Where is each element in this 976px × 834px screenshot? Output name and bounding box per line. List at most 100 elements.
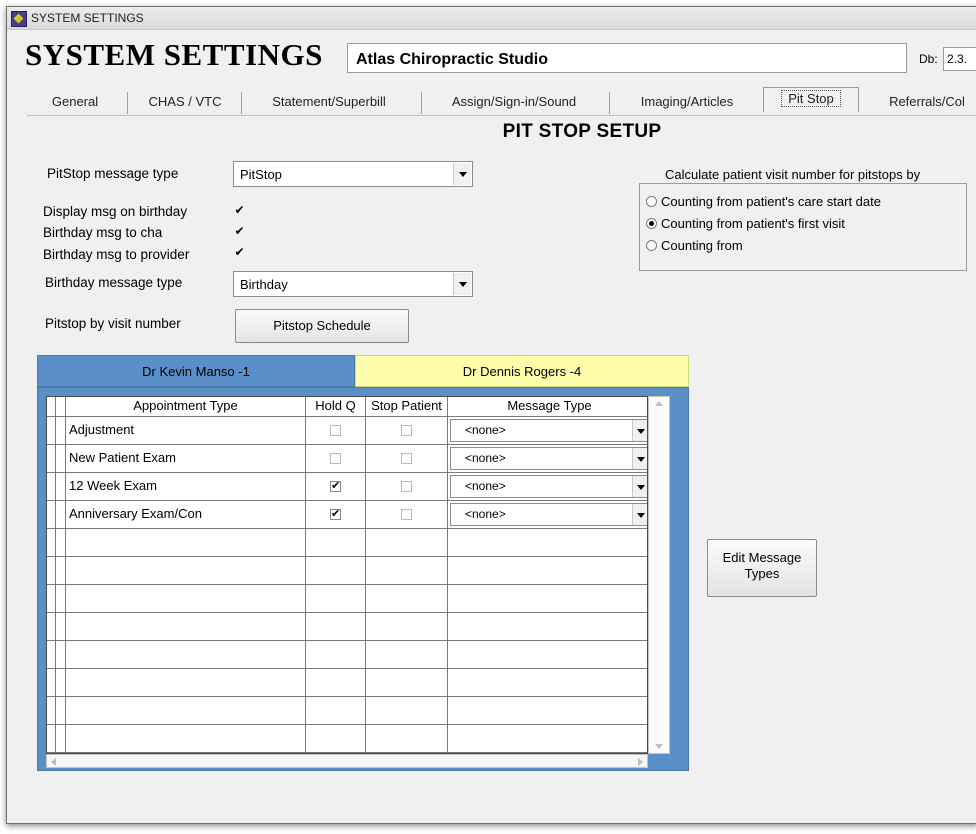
row-selector[interactable] xyxy=(47,417,56,445)
row-selector[interactable] xyxy=(47,669,56,697)
scroll-down-icon[interactable] xyxy=(655,744,663,749)
tab-general[interactable]: General xyxy=(31,89,119,115)
message-type-cell[interactable]: <none> xyxy=(448,417,647,445)
settings-tabs: General CHAS / VTC Statement/Superbill A… xyxy=(27,87,976,115)
tab-pit-stop[interactable]: Pit Stop xyxy=(763,87,859,112)
vertical-scrollbar[interactable] xyxy=(648,396,670,754)
message-type-cell xyxy=(448,669,647,697)
birthday-provider-checkbox[interactable]: ✔ xyxy=(234,246,245,258)
row-selector[interactable] xyxy=(47,473,56,501)
tab-assign-signin-sound[interactable]: Assign/Sign-in/Sound xyxy=(425,89,603,115)
stop-patient-checkbox[interactable] xyxy=(401,453,412,464)
clinic-name-field[interactable]: Atlas Chiropractic Studio xyxy=(347,43,907,73)
row-selector[interactable] xyxy=(47,557,56,585)
birthday-message-type-value: Birthday xyxy=(240,277,288,292)
appointment-type-header: Appointment Type xyxy=(66,397,306,417)
provider-tab-dennis-rogers[interactable]: Dr Dennis Rogers -4 xyxy=(355,355,689,387)
message-type-cell xyxy=(448,641,647,669)
appointment-type-cell[interactable]: New Patient Exam xyxy=(66,445,306,473)
hold-q-cell xyxy=(306,669,366,697)
tab-referrals-col[interactable]: Referrals/Col xyxy=(867,89,976,115)
provider-grid-panel: Appointment Type Hold Q Stop Patient Messag… xyxy=(37,387,689,771)
pitstop-by-visit-label: Pitstop by visit number xyxy=(45,316,181,331)
message-type-cell[interactable]: <none> xyxy=(448,473,647,501)
birthday-cha-checkbox[interactable]: ✔ xyxy=(234,225,245,237)
message-type-cell xyxy=(448,613,647,641)
pitstop-message-type-select[interactable]: PitStop xyxy=(233,161,473,187)
radio-button[interactable] xyxy=(646,196,657,207)
message-type-cell[interactable]: <none> xyxy=(448,501,647,529)
chevron-down-icon[interactable] xyxy=(453,273,471,295)
hold-q-cell[interactable]: ✔ xyxy=(306,501,366,529)
system-settings-window: SYSTEM SETTINGS SYSTEM SETTINGS Atlas Ch… xyxy=(6,6,976,824)
row-spacer xyxy=(56,725,66,753)
message-type-select[interactable]: <none> xyxy=(450,475,647,498)
hold-q-checkbox[interactable]: ✔ xyxy=(330,481,341,492)
stop-patient-cell[interactable] xyxy=(366,417,448,445)
row-selector[interactable] xyxy=(47,501,56,529)
hold-q-cell[interactable]: ✔ xyxy=(306,473,366,501)
message-type-cell[interactable]: <none> xyxy=(448,445,647,473)
row-spacer xyxy=(56,417,66,445)
row-selector[interactable] xyxy=(47,697,56,725)
scroll-right-icon[interactable] xyxy=(638,758,643,766)
stop-patient-cell xyxy=(366,641,448,669)
stop-patient-checkbox[interactable] xyxy=(401,425,412,436)
stop-patient-cell xyxy=(366,529,448,557)
appointment-type-cell[interactable]: 12 Week Exam xyxy=(66,473,306,501)
message-type-value: <none> xyxy=(465,423,506,437)
stop-patient-checkbox[interactable] xyxy=(401,481,412,492)
birthday-message-type-select[interactable]: Birthday xyxy=(233,271,473,297)
edit-message-types-button[interactable]: Edit Message Types xyxy=(707,539,817,597)
stop-patient-cell[interactable] xyxy=(366,445,448,473)
tab-divider xyxy=(241,92,242,114)
stop-patient-checkbox[interactable] xyxy=(401,509,412,520)
chevron-down-icon[interactable] xyxy=(632,504,647,525)
message-type-select[interactable]: <none> xyxy=(450,447,647,470)
radio-button[interactable] xyxy=(646,240,657,251)
row-selector[interactable] xyxy=(47,641,56,669)
hold-q-checkbox[interactable] xyxy=(330,453,341,464)
title-bar: SYSTEM SETTINGS xyxy=(7,7,976,30)
provider-tab-kevin-manso[interactable]: Dr Kevin Manso -1 xyxy=(37,355,355,387)
message-type-select[interactable]: <none> xyxy=(450,503,647,526)
chevron-down-icon[interactable] xyxy=(632,448,647,469)
radio-button-selected[interactable] xyxy=(646,218,657,229)
visit-calc-radio-group: Counting from patient's care start date … xyxy=(639,183,967,271)
row-selector[interactable] xyxy=(47,725,56,753)
message-type-select[interactable]: <none> xyxy=(450,419,647,442)
row-selector[interactable] xyxy=(47,529,56,557)
chevron-down-icon[interactable] xyxy=(632,476,647,497)
row-spacer xyxy=(56,669,66,697)
chevron-down-icon[interactable] xyxy=(453,163,471,185)
window-title: SYSTEM SETTINGS xyxy=(31,11,144,25)
tab-imaging-articles[interactable]: Imaging/Articles xyxy=(617,89,757,115)
tab-chas-vtc[interactable]: CHAS / VTC xyxy=(135,89,235,115)
chevron-down-icon[interactable] xyxy=(632,420,647,441)
db-label: Db: xyxy=(919,52,938,66)
scroll-left-icon[interactable] xyxy=(51,758,56,766)
appointment-type-cell[interactable]: Anniversary Exam/Con xyxy=(66,501,306,529)
visit-calc-option-care-start[interactable]: Counting from patient's care start date xyxy=(646,194,881,209)
pitstop-schedule-button[interactable]: Pitstop Schedule xyxy=(235,309,409,343)
tab-underline xyxy=(27,115,976,116)
message-type-cell xyxy=(448,529,647,557)
db-version-field[interactable]: 2.3. xyxy=(943,47,976,71)
row-selector[interactable] xyxy=(47,585,56,613)
stop-patient-cell[interactable] xyxy=(366,473,448,501)
display-birthday-checkbox[interactable]: ✔ xyxy=(234,204,245,216)
hold-q-cell[interactable] xyxy=(306,417,366,445)
hold-q-checkbox[interactable]: ✔ xyxy=(330,509,341,520)
appointment-type-cell[interactable]: Adjustment xyxy=(66,417,306,445)
horizontal-scrollbar[interactable] xyxy=(46,754,648,768)
visit-calc-option-counting-from[interactable]: Counting from xyxy=(646,238,743,253)
scroll-up-icon[interactable] xyxy=(655,401,663,406)
visit-calc-option-first-visit[interactable]: Counting from patient's first visit xyxy=(646,216,845,231)
hold-q-cell[interactable] xyxy=(306,445,366,473)
hold-q-checkbox[interactable] xyxy=(330,425,341,436)
row-selector[interactable] xyxy=(47,613,56,641)
tab-statement-superbill[interactable]: Statement/Superbill xyxy=(249,89,409,115)
stop-patient-cell[interactable] xyxy=(366,501,448,529)
row-selector[interactable] xyxy=(47,445,56,473)
hold-q-header: Hold Q xyxy=(306,397,366,417)
